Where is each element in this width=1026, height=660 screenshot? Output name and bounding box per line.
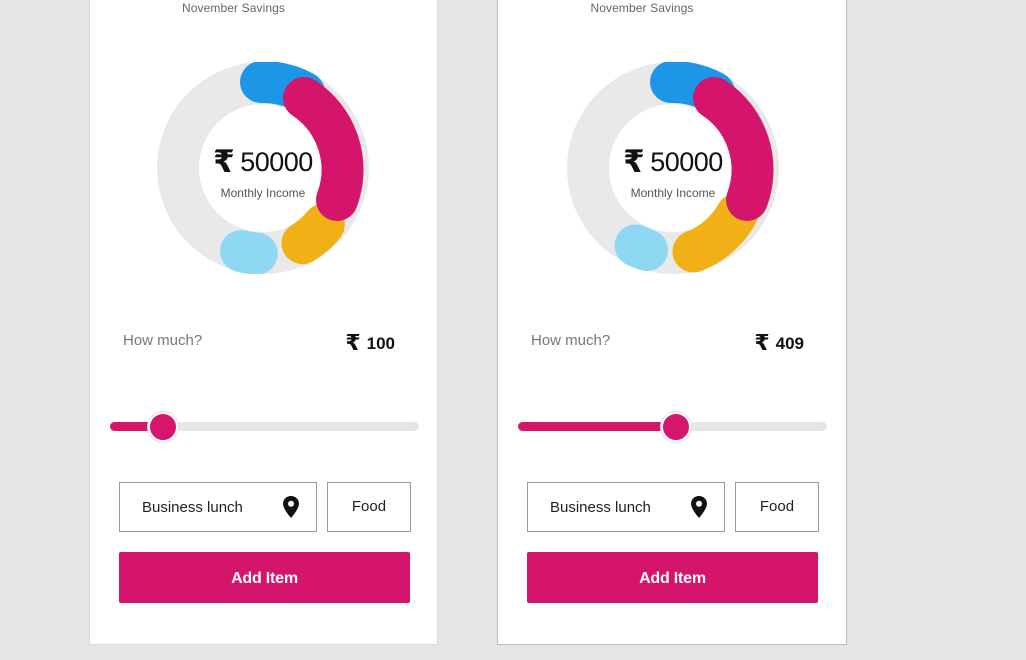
slider-fill (518, 422, 676, 431)
monthly-income-label: Monthly Income (630, 186, 716, 200)
how-much-label: How much? (123, 332, 203, 349)
how-much-label: How much? (531, 332, 611, 349)
slider-thumb[interactable] (661, 412, 691, 442)
amount-number: 100 (366, 334, 395, 353)
rupee-icon: ₹ (345, 330, 361, 355)
amount-value: ₹409 (754, 329, 804, 355)
rupee-icon: ₹ (754, 330, 770, 355)
donut-segment-light-blue (614, 224, 668, 271)
item-name-field[interactable]: Business lunch (527, 482, 725, 532)
donut-segment-yellow (281, 203, 345, 265)
item-name-value: Business lunch (142, 499, 243, 516)
slider-thumb[interactable] (148, 412, 178, 442)
monthly-income-amount: ₹50000 (567, 143, 779, 179)
donut-segment-light-blue (220, 230, 278, 274)
amount-number: 409 (775, 334, 804, 353)
location-pin-icon[interactable] (691, 496, 707, 518)
amount-slider[interactable] (518, 412, 827, 442)
amount-value: ₹100 (345, 329, 395, 355)
income-value: 50000 (240, 147, 313, 177)
monthly-income-amount: ₹50000 (157, 143, 369, 179)
donut-segment-yellow (672, 193, 758, 273)
category-field[interactable]: Food (735, 482, 819, 532)
item-name-value: Business lunch (550, 499, 651, 516)
add-item-button[interactable]: Add Item (527, 552, 818, 603)
add-item-button[interactable]: Add Item (119, 552, 410, 603)
item-name-field[interactable]: Business lunch (119, 482, 317, 532)
card-subtitle: November Savings (590, 1, 694, 15)
location-pin-icon[interactable] (283, 496, 299, 518)
rupee-icon: ₹ (213, 144, 235, 179)
income-value: 50000 (650, 147, 723, 177)
amount-slider[interactable] (110, 412, 419, 442)
rupee-icon: ₹ (623, 144, 645, 179)
savings-card-right: November Savings ₹50000 Monthly Income H… (497, 0, 847, 645)
savings-card-left: November Savings ₹50000 Monthly Income H… (89, 0, 438, 645)
monthly-income-label: Monthly Income (220, 186, 306, 200)
category-field[interactable]: Food (327, 482, 411, 532)
card-subtitle: November Savings (182, 1, 285, 15)
